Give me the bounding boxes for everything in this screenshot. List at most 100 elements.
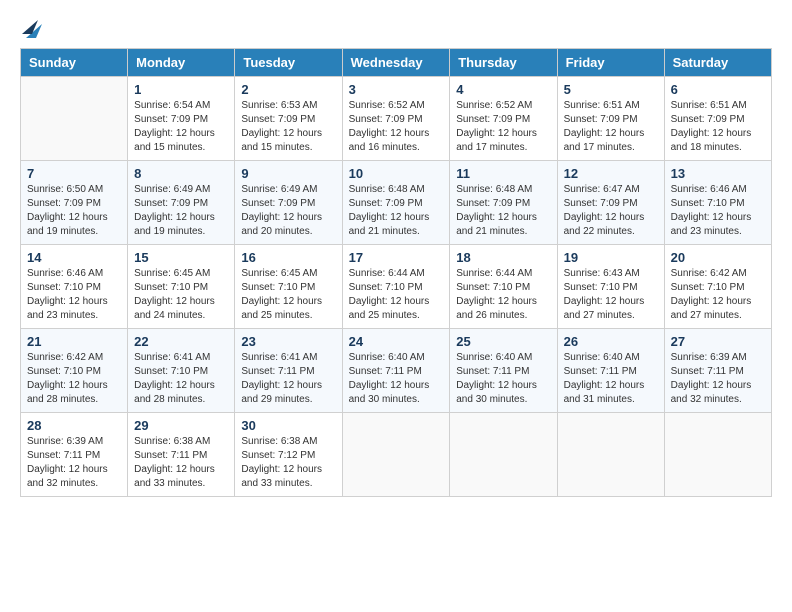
calendar-cell: 10Sunrise: 6:48 AM Sunset: 7:09 PM Dayli… xyxy=(342,161,450,245)
day-info: Sunrise: 6:42 AM Sunset: 7:10 PM Dayligh… xyxy=(27,351,121,407)
day-info: Sunrise: 6:52 AM Sunset: 7:09 PM Dayligh… xyxy=(456,99,550,155)
day-info: Sunrise: 6:40 AM Sunset: 7:11 PM Dayligh… xyxy=(456,351,550,407)
day-info: Sunrise: 6:46 AM Sunset: 7:10 PM Dayligh… xyxy=(27,267,121,323)
calendar-cell: 8 Sunrise: 6:49 AM Sunset: 7:09 PM Daylig… xyxy=(128,161,235,245)
day-number: 16 xyxy=(241,250,335,265)
day-info: Sunrise: 6:41 AM Sunset: 7:11 PM Dayligh… xyxy=(241,351,335,407)
day-header-wednesday: Wednesday xyxy=(342,49,450,77)
day-number: 8 xyxy=(134,166,228,181)
calendar-cell: 29Sunrise: 6:38 AM Sunset: 7:11 PM Dayli… xyxy=(128,413,235,497)
calendar-cell: 24 Sunrise: 6:40 AM Sunset: 7:11 PM Dayli… xyxy=(342,329,450,413)
logo xyxy=(20,20,42,38)
day-number: 22 xyxy=(134,334,228,349)
day-header-tuesday: Tuesday xyxy=(235,49,342,77)
page-header xyxy=(20,20,772,38)
calendar-cell: 18Sunrise: 6:44 AM Sunset: 7:10 PM Dayli… xyxy=(450,245,557,329)
day-number: 15 xyxy=(134,250,228,265)
calendar-cell xyxy=(664,413,771,497)
day-number: 19 xyxy=(564,250,658,265)
calendar-cell: 22 Sunrise: 6:41 AM Sunset: 7:10 PM Dayli… xyxy=(128,329,235,413)
calendar-cell: 27 Sunrise: 6:39 AM Sunset: 7:11 PM Dayli… xyxy=(664,329,771,413)
day-info: Sunrise: 6:54 AM Sunset: 7:09 PM Dayligh… xyxy=(134,99,228,155)
day-number: 13 xyxy=(671,166,765,181)
calendar-cell: 16 Sunrise: 6:45 AM Sunset: 7:10 PM Dayli… xyxy=(235,245,342,329)
day-number: 12 xyxy=(564,166,658,181)
day-number: 27 xyxy=(671,334,765,349)
day-info: Sunrise: 6:42 AM Sunset: 7:10 PM Dayligh… xyxy=(671,267,765,323)
calendar-cell: 11 Sunrise: 6:48 AM Sunset: 7:09 PM Dayli… xyxy=(450,161,557,245)
day-number: 11 xyxy=(456,166,550,181)
calendar-header-row: SundayMondayTuesdayWednesdayThursdayFrid… xyxy=(21,49,772,77)
day-info: Sunrise: 6:39 AM Sunset: 7:11 PM Dayligh… xyxy=(671,351,765,407)
calendar-table: SundayMondayTuesdayWednesdayThursdayFrid… xyxy=(20,48,772,497)
day-number: 10 xyxy=(349,166,444,181)
calendar-cell xyxy=(342,413,450,497)
day-header-friday: Friday xyxy=(557,49,664,77)
day-number: 9 xyxy=(241,166,335,181)
day-number: 29 xyxy=(134,418,228,433)
day-header-monday: Monday xyxy=(128,49,235,77)
day-info: Sunrise: 6:47 AM Sunset: 7:09 PM Dayligh… xyxy=(564,183,658,239)
day-header-sunday: Sunday xyxy=(21,49,128,77)
calendar-cell: 15 Sunrise: 6:45 AM Sunset: 7:10 PM Dayli… xyxy=(128,245,235,329)
calendar-cell: 30Sunrise: 6:38 AM Sunset: 7:12 PM Dayli… xyxy=(235,413,342,497)
calendar-cell xyxy=(21,77,128,161)
calendar-cell: 26 Sunrise: 6:40 AM Sunset: 7:11 PM Dayli… xyxy=(557,329,664,413)
day-info: Sunrise: 6:44 AM Sunset: 7:10 PM Dayligh… xyxy=(349,267,444,323)
day-info: Sunrise: 6:49 AM Sunset: 7:09 PM Dayligh… xyxy=(241,183,335,239)
calendar-cell: 1 Sunrise: 6:54 AM Sunset: 7:09 PM Daylig… xyxy=(128,77,235,161)
calendar-cell xyxy=(557,413,664,497)
calendar-cell xyxy=(450,413,557,497)
day-number: 4 xyxy=(456,82,550,97)
day-number: 21 xyxy=(27,334,121,349)
calendar-cell: 20 Sunrise: 6:42 AM Sunset: 7:10 PM Dayli… xyxy=(664,245,771,329)
calendar-cell: 2Sunrise: 6:53 AM Sunset: 7:09 PM Daylig… xyxy=(235,77,342,161)
day-info: Sunrise: 6:48 AM Sunset: 7:09 PM Dayligh… xyxy=(456,183,550,239)
day-header-thursday: Thursday xyxy=(450,49,557,77)
calendar-cell: 6 Sunrise: 6:51 AM Sunset: 7:09 PM Daylig… xyxy=(664,77,771,161)
day-info: Sunrise: 6:46 AM Sunset: 7:10 PM Dayligh… xyxy=(671,183,765,239)
day-info: Sunrise: 6:40 AM Sunset: 7:11 PM Dayligh… xyxy=(349,351,444,407)
week-row-2: 7 Sunrise: 6:50 AM Sunset: 7:09 PM Daylig… xyxy=(21,161,772,245)
calendar-cell: 5 Sunrise: 6:51 AM Sunset: 7:09 PM Daylig… xyxy=(557,77,664,161)
day-number: 3 xyxy=(349,82,444,97)
day-number: 7 xyxy=(27,166,121,181)
calendar-cell: 14 Sunrise: 6:46 AM Sunset: 7:10 PM Dayli… xyxy=(21,245,128,329)
day-info: Sunrise: 6:44 AM Sunset: 7:10 PM Dayligh… xyxy=(456,267,550,323)
day-number: 26 xyxy=(564,334,658,349)
week-row-5: 28 Sunrise: 6:39 AM Sunset: 7:11 PM Dayli… xyxy=(21,413,772,497)
calendar-cell: 25 Sunrise: 6:40 AM Sunset: 7:11 PM Dayli… xyxy=(450,329,557,413)
day-info: Sunrise: 6:50 AM Sunset: 7:09 PM Dayligh… xyxy=(27,183,121,239)
day-number: 23 xyxy=(241,334,335,349)
day-number: 30 xyxy=(241,418,335,433)
calendar-cell: 3 Sunrise: 6:52 AM Sunset: 7:09 PM Daylig… xyxy=(342,77,450,161)
day-info: Sunrise: 6:45 AM Sunset: 7:10 PM Dayligh… xyxy=(134,267,228,323)
day-number: 14 xyxy=(27,250,121,265)
calendar-cell: 28 Sunrise: 6:39 AM Sunset: 7:11 PM Dayli… xyxy=(21,413,128,497)
day-info: Sunrise: 6:52 AM Sunset: 7:09 PM Dayligh… xyxy=(349,99,444,155)
calendar-cell: 21 Sunrise: 6:42 AM Sunset: 7:10 PM Dayli… xyxy=(21,329,128,413)
day-header-saturday: Saturday xyxy=(664,49,771,77)
week-row-4: 21 Sunrise: 6:42 AM Sunset: 7:10 PM Dayli… xyxy=(21,329,772,413)
day-info: Sunrise: 6:40 AM Sunset: 7:11 PM Dayligh… xyxy=(564,351,658,407)
day-info: Sunrise: 6:45 AM Sunset: 7:10 PM Dayligh… xyxy=(241,267,335,323)
calendar-cell: 19 Sunrise: 6:43 AM Sunset: 7:10 PM Dayli… xyxy=(557,245,664,329)
week-row-3: 14 Sunrise: 6:46 AM Sunset: 7:10 PM Dayli… xyxy=(21,245,772,329)
calendar-cell: 9 Sunrise: 6:49 AM Sunset: 7:09 PM Daylig… xyxy=(235,161,342,245)
day-info: Sunrise: 6:49 AM Sunset: 7:09 PM Dayligh… xyxy=(134,183,228,239)
calendar-cell: 23 Sunrise: 6:41 AM Sunset: 7:11 PM Dayli… xyxy=(235,329,342,413)
day-info: Sunrise: 6:39 AM Sunset: 7:11 PM Dayligh… xyxy=(27,435,121,491)
day-number: 20 xyxy=(671,250,765,265)
day-info: Sunrise: 6:51 AM Sunset: 7:09 PM Dayligh… xyxy=(564,99,658,155)
day-number: 5 xyxy=(564,82,658,97)
day-number: 6 xyxy=(671,82,765,97)
calendar-body: 1 Sunrise: 6:54 AM Sunset: 7:09 PM Daylig… xyxy=(21,77,772,497)
day-info: Sunrise: 6:41 AM Sunset: 7:10 PM Dayligh… xyxy=(134,351,228,407)
day-info: Sunrise: 6:43 AM Sunset: 7:10 PM Dayligh… xyxy=(564,267,658,323)
day-number: 24 xyxy=(349,334,444,349)
day-number: 28 xyxy=(27,418,121,433)
calendar-cell: 13 Sunrise: 6:46 AM Sunset: 7:10 PM Dayli… xyxy=(664,161,771,245)
day-info: Sunrise: 6:51 AM Sunset: 7:09 PM Dayligh… xyxy=(671,99,765,155)
day-number: 1 xyxy=(134,82,228,97)
day-number: 25 xyxy=(456,334,550,349)
